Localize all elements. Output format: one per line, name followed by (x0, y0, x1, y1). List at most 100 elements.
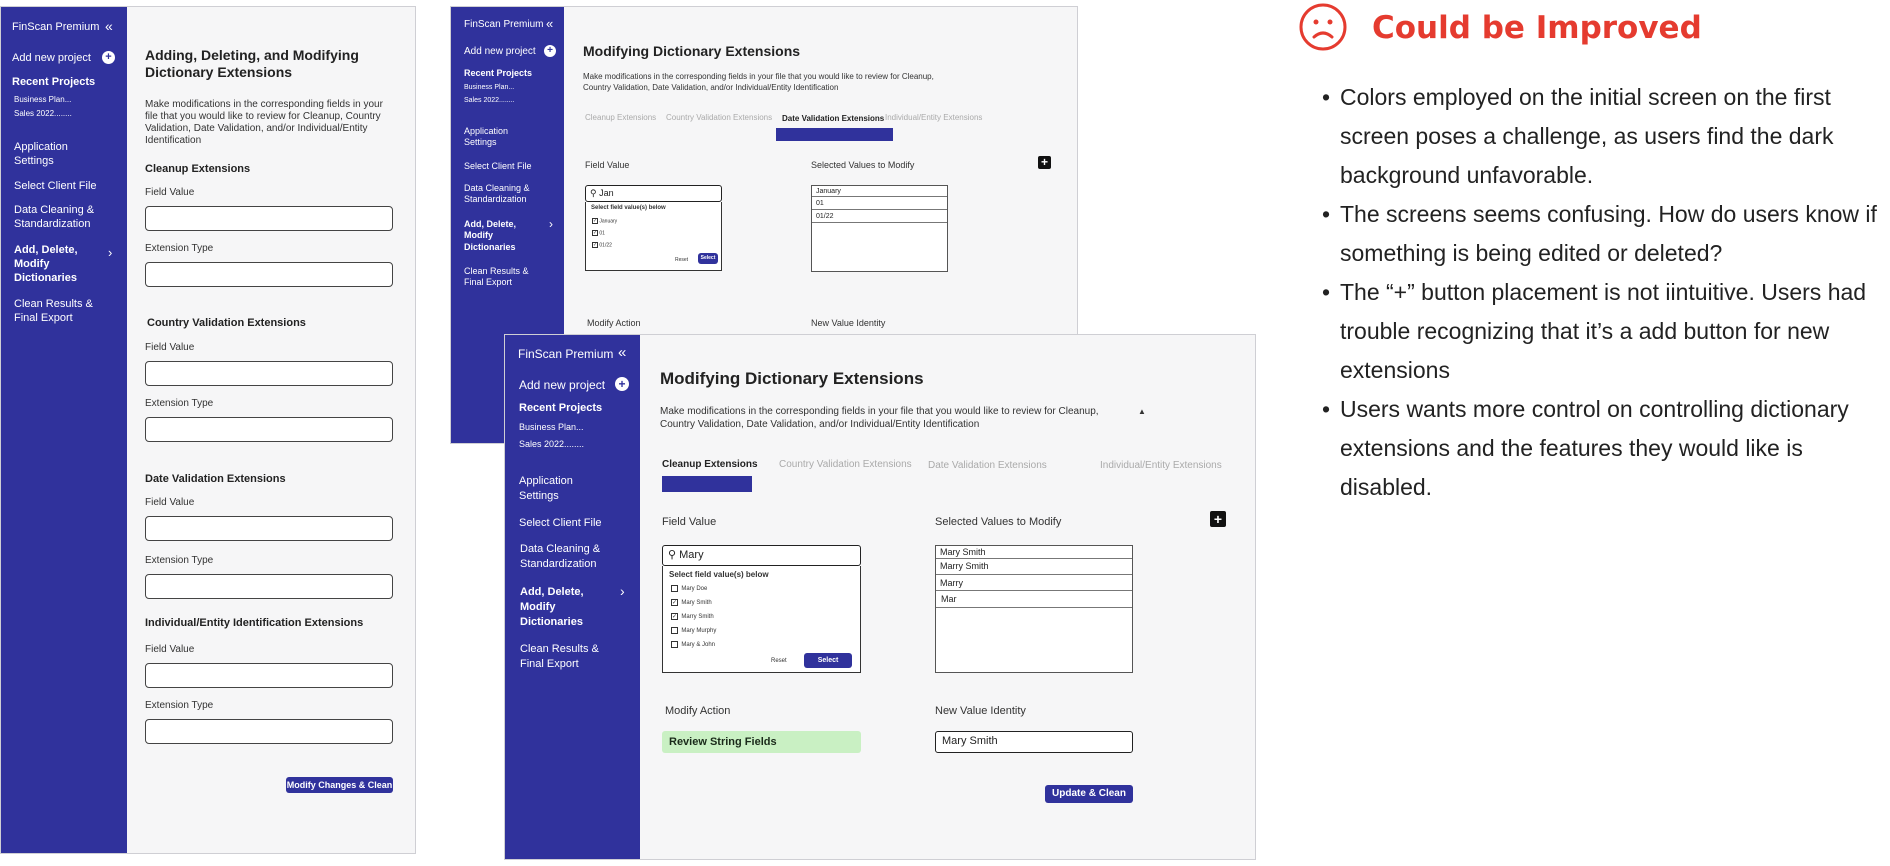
tab-date-validation[interactable]: Date Validation Extensions (782, 114, 884, 123)
recent-project-item[interactable]: Business Plan... (14, 95, 71, 105)
field-value-input[interactable] (145, 516, 393, 541)
recent-projects-title: Recent Projects (519, 402, 603, 414)
dropdown-option[interactable]: Mary & John (671, 641, 715, 648)
dropdown-option[interactable]: Mary Doe (671, 585, 707, 592)
list-item[interactable]: Marry Smith (936, 559, 1132, 575)
extension-type-input[interactable] (145, 574, 393, 599)
tab-individual-entity[interactable]: Individual/Entity Extensions (885, 113, 982, 122)
sidebar-item-data-cleaning[interactable]: Data Cleaning & Standardization (464, 183, 544, 206)
selected-values-label: Selected Values to Modify (811, 160, 915, 170)
collapse-icon[interactable]: « (105, 18, 113, 34)
modify-changes-clean-button[interactable]: Modify Changes & Clean (286, 777, 393, 793)
checkbox-icon[interactable] (671, 627, 678, 634)
selected-values-list: Mary Smith Marry Smith Marry Mar (935, 545, 1133, 673)
field-value-label: Field Value (145, 644, 195, 655)
dropdown-option[interactable]: ✓ 01/22 (592, 242, 612, 248)
sidebar-item-select-client-file[interactable]: Select Client File (519, 517, 602, 531)
tab-cleanup[interactable]: Cleanup Extensions (662, 459, 758, 470)
list-item[interactable]: 01/22 (812, 210, 947, 223)
page-description: Make modifications in the corresponding … (145, 99, 383, 146)
option-label: Mary Doe (681, 586, 708, 593)
add-project-plus-icon[interactable]: + (544, 45, 556, 57)
select-button[interactable]: Select (698, 253, 718, 264)
checkbox-checked-icon[interactable]: ✓ (592, 230, 598, 236)
collapse-icon[interactable]: « (546, 16, 553, 31)
page-description: Make modifications in the corresponding … (583, 72, 934, 92)
add-extension-plus-icon[interactable]: + (1038, 156, 1051, 169)
sidebar-item-clean-results[interactable]: Clean Results & Final Export (464, 266, 544, 289)
reset-link[interactable]: Reset (675, 257, 688, 263)
select-button[interactable]: Select (804, 653, 852, 668)
new-value-label: New Value Identity (811, 318, 886, 328)
sidebar-item-dictionaries[interactable]: Add, Delete, Modify Dictionaries (464, 219, 524, 253)
dropdown-option[interactable]: ✓ January (592, 218, 617, 224)
add-project-link[interactable]: Add new project (464, 46, 536, 59)
tab-date-validation[interactable]: Date Validation Extensions (928, 460, 1047, 471)
list-item[interactable]: 01 (812, 197, 947, 210)
sidebar-item-select-client-file[interactable]: Select Client File (464, 161, 532, 172)
modify-action-label: Modify Action (587, 318, 641, 328)
section-heading: Individual/Entity Identification Extensi… (145, 617, 364, 629)
field-value-search[interactable]: ⚲ Mary (662, 545, 861, 566)
field-value-input[interactable] (145, 663, 393, 688)
checkbox-checked-icon[interactable]: ✓ (592, 242, 598, 248)
chevron-right-icon: › (620, 583, 625, 599)
dropdown-option[interactable]: ✓ 01 (592, 230, 605, 236)
sidebar-item-data-cleaning[interactable]: Data Cleaning & Standardization (14, 204, 102, 232)
recent-project-item[interactable]: Business Plan... (519, 422, 584, 433)
checkbox-icon[interactable] (671, 641, 678, 648)
reset-link[interactable]: Reset (771, 658, 787, 664)
recent-project-item[interactable]: Sales 2022........ (14, 109, 72, 119)
sidebar: FinScan Premium « Add new project + Rece… (1, 7, 127, 853)
add-project-link[interactable]: Add new project (12, 52, 91, 66)
extension-type-input[interactable] (145, 262, 393, 287)
checkbox-checked-icon[interactable]: ✓ (592, 218, 598, 224)
field-value-input[interactable] (145, 206, 393, 231)
sidebar-item-application-settings[interactable]: Application Settings (14, 141, 94, 169)
list-item[interactable]: Mary Smith (936, 546, 1132, 559)
sidebar-item-data-cleaning[interactable]: Data Cleaning & Standardization (520, 542, 616, 572)
dropdown-option[interactable]: Mary Murphy (671, 627, 716, 634)
sidebar-item-application-settings[interactable]: Application Settings (464, 126, 534, 149)
dropdown-option[interactable]: ✓ Mary Smith (671, 599, 712, 606)
add-project-plus-icon[interactable]: + (615, 377, 629, 391)
add-project-link[interactable]: Add new project (519, 378, 605, 393)
sidebar-item-dictionaries[interactable]: Add, Delete, Modify Dictionaries (520, 585, 602, 630)
recent-project-item[interactable]: Sales 2022........ (519, 439, 584, 450)
add-project-plus-icon[interactable]: + (102, 51, 115, 64)
dropdown-option[interactable]: ✓ Marry Smith (671, 613, 714, 620)
sidebar-item-application-settings[interactable]: Application Settings (519, 474, 599, 504)
recent-project-item[interactable]: Business Plan... (464, 84, 514, 93)
checkbox-icon[interactable] (671, 585, 678, 592)
sidebar-item-select-client-file[interactable]: Select Client File (14, 180, 97, 194)
field-value-label: Field Value (662, 516, 717, 528)
tab-cleanup[interactable]: Cleanup Extensions (585, 113, 656, 122)
modify-action-select[interactable]: Review String Fields (662, 731, 861, 753)
checkbox-checked-icon[interactable]: ✓ (671, 599, 678, 606)
recent-project-item[interactable]: Sales 2022........ (464, 97, 515, 106)
option-label: 01/22 (599, 242, 612, 249)
extension-type-input[interactable] (145, 719, 393, 744)
sidebar-item-clean-results[interactable]: Clean Results & Final Export (520, 642, 616, 672)
sidebar-item-dictionaries[interactable]: Add, Delete, Modify Dictionaries (14, 244, 84, 285)
update-clean-button[interactable]: Update & Clean (1045, 785, 1133, 803)
tab-individual-entity[interactable]: Individual/Entity Extensions (1100, 460, 1222, 471)
field-value-search[interactable]: ⚲ Jan (585, 185, 722, 202)
new-value-input[interactable]: Mary Smith (935, 731, 1133, 753)
tab-country-validation[interactable]: Country Validation Extensions (779, 459, 912, 470)
extension-type-input[interactable] (145, 417, 393, 442)
add-extension-plus-icon[interactable]: + (1210, 511, 1226, 527)
checkbox-checked-icon[interactable]: ✓ (671, 613, 678, 620)
sidebar-item-clean-results[interactable]: Clean Results & Final Export (14, 298, 102, 326)
critique-point: Users wants more control on controlling … (1322, 390, 1882, 507)
collapse-icon[interactable]: « (618, 344, 626, 361)
list-item[interactable]: January (812, 186, 947, 197)
extension-type-label: Extension Type (145, 243, 214, 254)
collapse-caret-icon[interactable]: ▲ (1138, 407, 1146, 416)
list-item[interactable]: Mar (936, 591, 1132, 608)
field-value-input[interactable] (145, 361, 393, 386)
tab-country-validation[interactable]: Country Validation Extensions (666, 113, 772, 122)
page-description: Make modifications in the corresponding … (660, 406, 1099, 430)
list-item[interactable]: Marry (936, 575, 1132, 591)
critique-point: Colors employed on the initial screen on… (1322, 78, 1882, 195)
